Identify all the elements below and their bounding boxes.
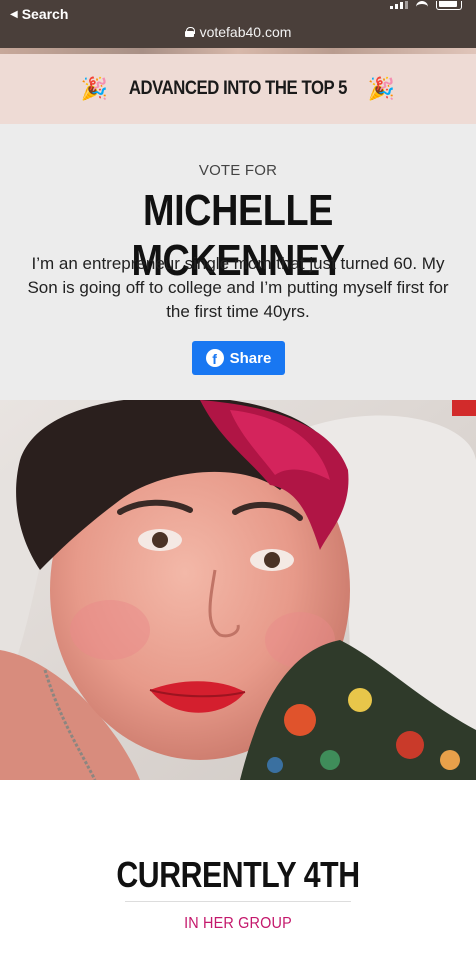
facebook-icon: f <box>205 349 224 367</box>
wifi-icon <box>416 1 428 9</box>
back-label: Search <box>21 6 69 22</box>
back-arrow-icon: ◀ <box>10 8 18 20</box>
vote-section: VOTE FOR MICHELLE MCKENNEY I’m an entrep… <box>0 124 476 400</box>
browser-status-bar: ◀ Search votefab40.com <box>0 0 476 52</box>
top5-banner: 🎉 ADVANCED INTO THE TOP 5 🎉 <box>0 54 476 124</box>
candidate-photo <box>0 400 476 780</box>
battery-icon <box>436 0 462 10</box>
rank-group-label: IN HER GROUP <box>184 915 292 932</box>
facebook-share-button[interactable]: f Share <box>192 341 285 375</box>
lock-icon <box>184 27 195 37</box>
url-text: votefab40.com <box>199 24 292 40</box>
rank-divider <box>125 901 351 902</box>
share-label: Share <box>229 349 272 367</box>
party-popper-icon: 🎉 <box>367 76 396 101</box>
party-popper-icon: 🎉 <box>80 76 109 101</box>
rank-section: CURRENTLY 4TH IN HER GROUP <box>0 780 476 960</box>
system-status-icons <box>390 0 462 10</box>
back-to-search-link[interactable]: ◀ Search <box>10 6 68 22</box>
current-rank: CURRENTLY 4TH <box>116 854 360 895</box>
banner-text: ADVANCED INTO THE TOP 5 <box>128 78 348 99</box>
candidate-bio: I’m an entrepreneur single mom that just… <box>27 254 449 321</box>
vote-for-label: VOTE FOR <box>198 162 278 179</box>
signal-icon <box>390 1 408 9</box>
address-bar[interactable]: votefab40.com <box>0 22 476 42</box>
